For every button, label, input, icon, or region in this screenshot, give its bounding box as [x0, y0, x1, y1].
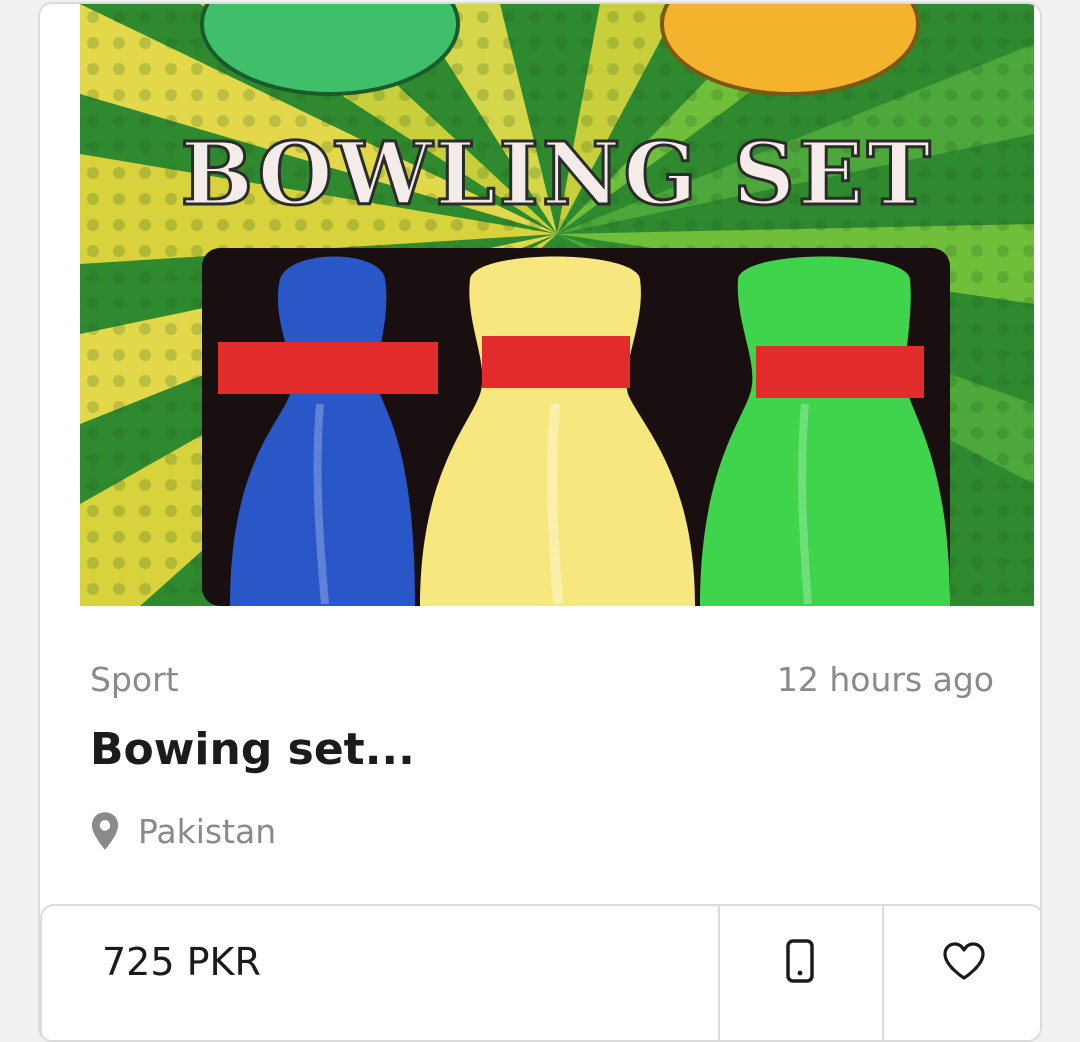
box-title-text: BOWLING SET	[180, 124, 933, 225]
listing-card[interactable]: BOWLING SET Sport 12 hours ago Bowing se…	[38, 2, 1042, 1042]
category-label: Sport	[90, 660, 179, 699]
location: Pakistan	[90, 808, 276, 854]
contact-button[interactable]	[720, 906, 880, 1016]
favorite-button[interactable]	[884, 906, 1040, 1016]
listing-image[interactable]: BOWLING SET	[80, 4, 1034, 606]
phone-icon	[786, 939, 814, 983]
card-footer: 725 PKR	[40, 904, 1040, 1040]
heart-icon	[943, 942, 985, 980]
map-pin-icon	[91, 812, 119, 850]
meta-row: Sport 12 hours ago	[90, 660, 994, 704]
location-text: Pakistan	[138, 811, 277, 851]
price: 725 PKR	[102, 940, 261, 984]
posted-time: 12 hours ago	[776, 660, 994, 699]
listing-title[interactable]: Bowing set...	[90, 724, 415, 775]
